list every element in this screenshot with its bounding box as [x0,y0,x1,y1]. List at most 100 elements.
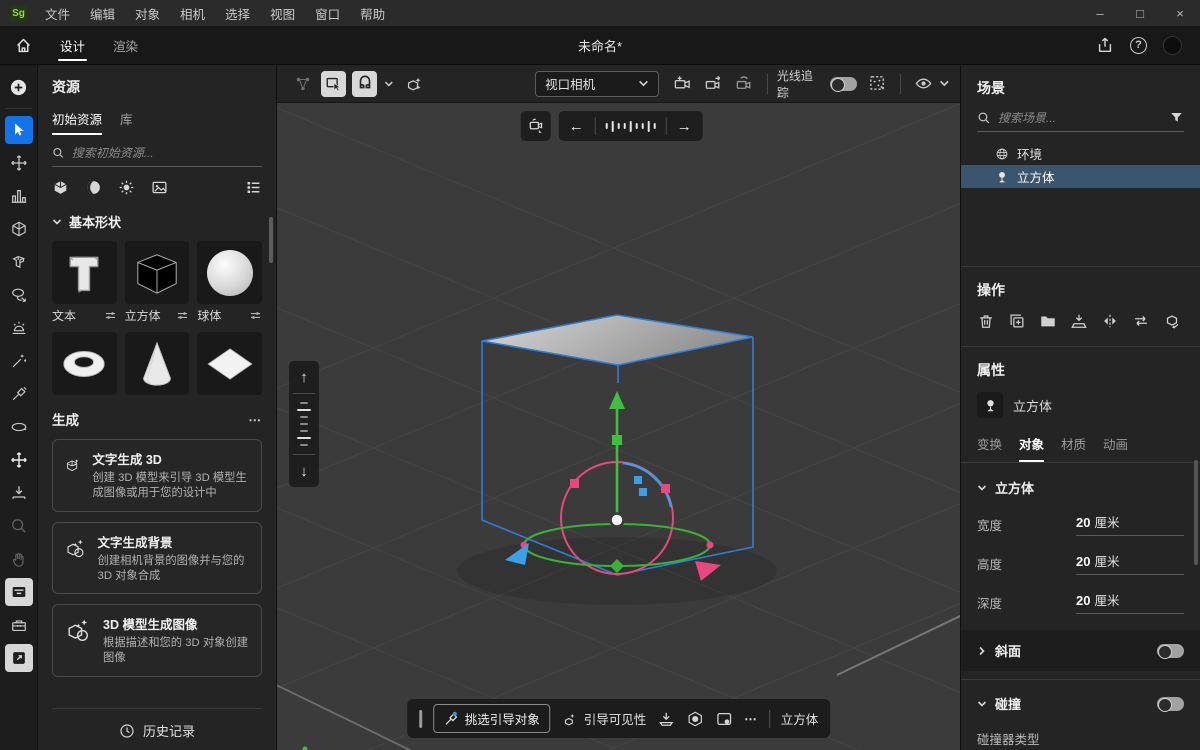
hand-tool-button[interactable] [5,545,33,573]
magic-wand-tool-button[interactable] [5,347,33,375]
primitive-tool-button[interactable] [5,215,33,243]
maximize-button[interactable]: □ [1120,0,1160,26]
right-panel-scrollbar[interactable] [1194,460,1198,565]
drop-to-ground-icon[interactable] [657,710,675,728]
delete-icon[interactable] [977,312,995,330]
basic-shapes-section-header[interactable]: 基本形状 [52,212,262,231]
asset-cone[interactable] [125,332,190,395]
collision-toggle[interactable] [1157,697,1184,711]
orbit-camera-tool-button[interactable] [5,413,33,441]
history-button[interactable]: 历史记录 [52,708,262,740]
orbit-left-button[interactable]: ← [558,111,594,141]
avatar[interactable] [1163,36,1182,55]
drag-handle[interactable] [419,710,422,728]
tab-transform[interactable]: 变换 [977,434,1002,462]
match-image-button[interactable] [321,71,346,97]
height-input[interactable]: 20厘米 [1076,551,1184,575]
filter-models-icon[interactable] [52,179,69,196]
add-camera-button[interactable] [669,71,694,97]
tab-material[interactable]: 材质 [1061,434,1086,462]
width-input[interactable]: 20厘米 [1076,512,1184,536]
more-options-icon[interactable]: ⋯ [249,412,263,427]
menu-edit[interactable]: 编辑 [80,0,125,26]
card-text-to-3d[interactable]: 文字生成 3D 创建 3D 模型来引导 3D 模型生成图像或用于您的设计中 [52,439,262,512]
asset-sphere[interactable]: 球体 [197,241,262,324]
tab-object[interactable]: 对象 [1019,434,1044,462]
drop-to-ground-icon[interactable] [1070,312,1088,330]
home-button[interactable] [0,37,46,54]
pick-guide-object-button[interactable]: 挑选引导对象 [433,704,550,733]
raytracing-toggle[interactable] [830,77,857,91]
menu-window[interactable]: 窗口 [305,0,350,26]
elevate-up-button[interactable]: ↑ [289,361,319,393]
adjust-sliders-icon[interactable] [104,309,117,322]
camera-select[interactable]: 视口相机 [535,71,659,97]
lasso-select-tool-button[interactable] [5,281,33,309]
filter-funnel-icon[interactable] [1169,110,1184,125]
list-view-icon[interactable] [245,179,262,196]
group-folder-icon[interactable] [1039,312,1057,330]
assets-scrollbar[interactable] [269,217,273,263]
menu-help[interactable]: 帮助 [350,0,395,26]
duplicate-icon[interactable] [1008,312,1026,330]
tab-render[interactable]: 渲染 [99,26,152,65]
assets-search[interactable] [52,137,262,167]
cube-section-header[interactable]: 立方体 [961,463,1200,497]
more-options-icon[interactable]: ⋯ [744,711,758,726]
assets-search-input[interactable] [72,146,262,160]
eyedropper-tool-button[interactable] [5,380,33,408]
help-button[interactable]: ? [1130,37,1147,54]
bevel-toggle[interactable] [1157,644,1184,658]
extrude-tool-button[interactable] [5,248,33,276]
menu-view[interactable]: 视图 [260,0,305,26]
card-text-to-background[interactable]: 文字生成背景 创建相机背景的图像并与您的 3D 对象合成 [52,522,262,595]
elevation-ruler[interactable] [297,394,311,454]
menu-file[interactable]: 文件 [35,0,80,26]
close-button[interactable]: × [1160,0,1200,26]
guide-visibility-button[interactable]: 引导可见性 [561,709,647,728]
apply-camera-button[interactable] [701,71,726,97]
tab-starter-assets[interactable]: 初始资源 [52,109,102,135]
zoom-tool-button[interactable] [5,512,33,540]
scene-item-environment[interactable]: 环境 [961,142,1200,165]
share-scene-button[interactable] [5,644,33,672]
physics-nodes-button[interactable] [290,71,315,97]
filter-materials-icon[interactable] [85,179,102,196]
environment-sphere-icon[interactable] [686,710,704,728]
adjust-sliders-icon[interactable] [249,309,262,322]
scale-tool-button[interactable] [5,182,33,210]
orbit-right-button[interactable]: → [666,111,702,141]
view-options-button[interactable] [911,71,936,97]
filter-images-icon[interactable] [151,179,168,196]
menu-camera[interactable]: 相机 [170,0,215,26]
scene-search[interactable] [977,100,1184,132]
snapping-chevron-icon[interactable] [384,79,394,89]
stage-box-button[interactable] [5,578,33,606]
collision-section-header[interactable]: 碰撞 [961,680,1200,713]
share-icon[interactable] [1096,36,1114,54]
drop-to-ground-tool-button[interactable] [5,479,33,507]
asset-cube[interactable]: 立方体 [125,241,190,324]
minimize-button[interactable]: – [1080,0,1120,26]
asset-torus[interactable] [52,332,117,395]
add-tool-button[interactable] [5,74,33,102]
asset-plane[interactable] [197,332,262,395]
tab-design[interactable]: 设计 [46,26,99,65]
move-tool-button[interactable] [5,149,33,177]
tab-library[interactable]: 库 [120,109,133,135]
adjust-sliders-icon[interactable] [176,309,189,322]
depth-input[interactable]: 20厘米 [1076,590,1184,614]
denoise-button[interactable] [865,71,890,97]
scene-search-input[interactable] [998,111,1162,125]
area-light-tool-button[interactable] [5,314,33,342]
convert-icon[interactable] [1163,312,1181,330]
mirror-icon[interactable] [1101,312,1119,330]
replace-icon[interactable] [1132,312,1150,330]
tab-animation[interactable]: 动画 [1103,434,1128,462]
toolbox-button[interactable] [5,611,33,639]
scene-item-cube[interactable]: 立方体 [961,165,1200,188]
orbit-dial-ruler[interactable] [595,121,665,132]
viewport[interactable]: 视口相机 光线追踪 ← → [277,65,960,750]
select-tool-button[interactable] [5,116,33,144]
filter-lights-icon[interactable] [118,179,135,196]
